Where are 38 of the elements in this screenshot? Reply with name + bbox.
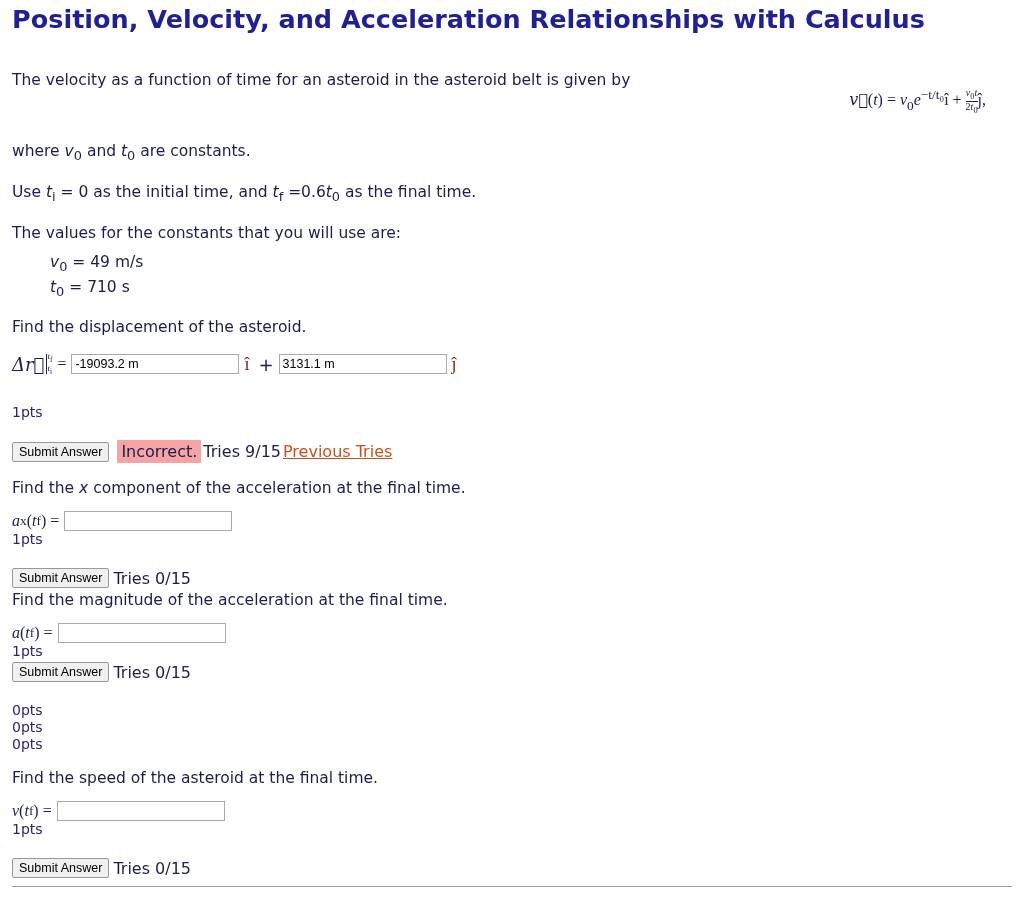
question-prompt: Find the x component of the acceleration at the final time.	[12, 479, 467, 498]
unit-vector: î	[244, 353, 250, 375]
answer-field[interactable]: -19093.2 m	[71, 354, 240, 375]
question-prompt: Find the magnitude of the acceleration at the final time.	[12, 591, 449, 610]
question-prompt: Find the speed of the asteroid at the final time.	[12, 769, 379, 788]
tries-count: Tries 0/15	[113, 568, 191, 588]
velocity-formula: v⃗(t) = v$_{0}$e$^{−t/t₀}$î + v$_{0}$t 2t$_{0}$ ĵ,	[849, 87, 986, 118]
points-label: 0pts	[12, 702, 44, 720]
tries-count: Tries 9/15	[203, 442, 281, 462]
points-label: 1pts	[12, 643, 44, 661]
page-title: Position, Velocity, and Acceleration Relationships with Calculus	[12, 3, 926, 36]
points-label: 0pts	[12, 736, 44, 754]
tries-count: Tries 0/15	[113, 662, 191, 682]
question-prompt: Find the displacement of the asteroid.	[12, 318, 308, 337]
previous-tries-link[interactable]: Previous Tries	[283, 442, 393, 462]
result-badge: Incorrect.	[117, 440, 202, 464]
instruction-text: The values for the constants that you will use are:	[12, 223, 403, 245]
plus-sign: +	[258, 353, 274, 375]
answer-field[interactable]	[64, 511, 233, 532]
points-label: 1pts	[12, 821, 44, 839]
equals-sign: =	[57, 355, 67, 374]
submit-button[interactable]: Submit Answer	[12, 568, 110, 589]
constant-value: v$_{0}$ = 49 m/s	[50, 252, 145, 277]
intro-text: The velocity as a function of time for an asteroid in the asteroid belt is given by	[12, 71, 632, 89]
answer-field[interactable]	[56, 801, 225, 822]
points-label: 1pts	[12, 404, 44, 422]
answer-field[interactable]: 3131.1 m	[278, 354, 447, 375]
tries-count: Tries 0/15	[113, 858, 191, 878]
answer-field[interactable]	[57, 623, 226, 644]
submit-button[interactable]: Submit Answer	[12, 662, 110, 683]
instruction-text: Use t$_{i}$ = 0 as the initial time, and t$_{f}$ =0.6t$_{0}$ as the final time.	[12, 182, 478, 207]
points-label: 0pts	[12, 719, 44, 737]
submit-button[interactable]: Submit Answer	[12, 858, 110, 879]
unit-vector: ĵ	[451, 353, 457, 375]
points-label: 1pts	[12, 531, 44, 549]
instruction-text: where v$_{0}$ and t$_{0}$ are constants.	[12, 141, 252, 166]
constant-value: t$_{0}$ = 710 s	[50, 277, 131, 302]
submit-button[interactable]: Submit Answer	[12, 441, 110, 462]
